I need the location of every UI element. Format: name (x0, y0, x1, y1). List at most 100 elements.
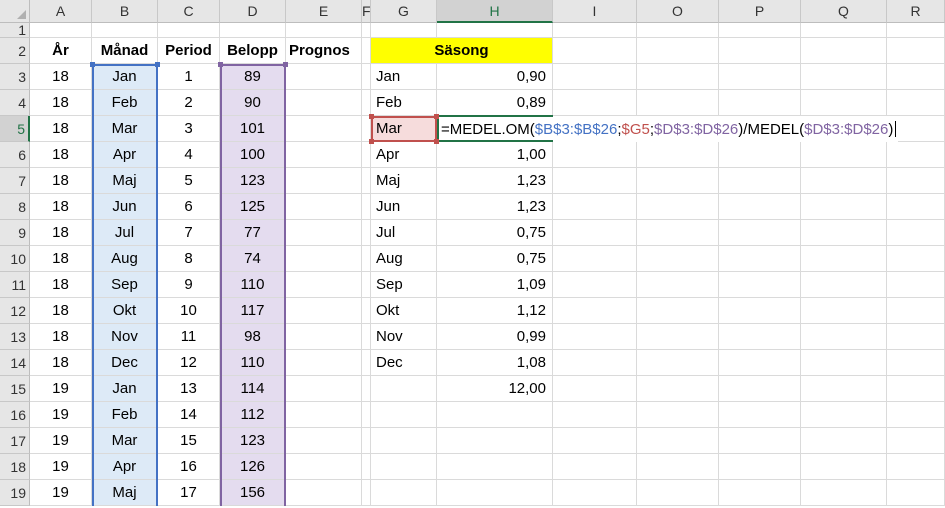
column-header-i[interactable]: I (553, 0, 637, 23)
cell-h3[interactable]: 0,90 (437, 64, 553, 90)
cell-h4[interactable]: 0,89 (437, 90, 553, 116)
cell-o18[interactable] (637, 454, 719, 480)
cell-h8[interactable]: 1,23 (437, 194, 553, 220)
cell-g3[interactable]: Jan (371, 64, 437, 90)
cell-p14[interactable] (719, 350, 801, 376)
cell-h19[interactable] (437, 480, 553, 506)
cell-a4[interactable]: 18 (30, 90, 92, 116)
cell-o13[interactable] (637, 324, 719, 350)
cell-q12[interactable] (801, 298, 887, 324)
cell-g1[interactable] (371, 23, 437, 38)
cell-h12[interactable]: 1,12 (437, 298, 553, 324)
cell-r7[interactable] (887, 168, 945, 194)
cell-e3[interactable] (286, 64, 362, 90)
cell-r18[interactable] (887, 454, 945, 480)
cell-o4[interactable] (637, 90, 719, 116)
cell-p9[interactable] (719, 220, 801, 246)
cell-h6[interactable]: 1,00 (437, 142, 553, 168)
cell-o19[interactable] (637, 480, 719, 506)
cell-o17[interactable] (637, 428, 719, 454)
cell-g7[interactable]: Maj (371, 168, 437, 194)
cell-b4[interactable]: Feb (92, 90, 158, 116)
cell-f16[interactable] (362, 402, 371, 428)
cell-c18[interactable]: 16 (158, 454, 220, 480)
cell-d10[interactable]: 74 (220, 246, 286, 272)
column-header-p[interactable]: P (719, 0, 801, 23)
cell-b15[interactable]: Jan (92, 376, 158, 402)
cell-e19[interactable] (286, 480, 362, 506)
cell-d2[interactable]: Belopp (220, 38, 286, 64)
cell-c10[interactable]: 8 (158, 246, 220, 272)
cell-q1[interactable] (801, 23, 887, 38)
row-header-7[interactable]: 7 (0, 168, 30, 194)
row-header-12[interactable]: 12 (0, 298, 30, 324)
cell-h18[interactable] (437, 454, 553, 480)
cell-p2[interactable] (719, 38, 801, 64)
cell-f15[interactable] (362, 376, 371, 402)
cell-c4[interactable]: 2 (158, 90, 220, 116)
column-header-q[interactable]: Q (801, 0, 887, 23)
cell-q10[interactable] (801, 246, 887, 272)
cell-o15[interactable] (637, 376, 719, 402)
column-header-b[interactable]: B (92, 0, 158, 23)
cell-i13[interactable] (553, 324, 637, 350)
cell-i18[interactable] (553, 454, 637, 480)
row-header-5[interactable]: 5 (0, 116, 30, 142)
cell-p7[interactable] (719, 168, 801, 194)
row-header-11[interactable]: 11 (0, 272, 30, 298)
cell-p13[interactable] (719, 324, 801, 350)
cell-a12[interactable]: 18 (30, 298, 92, 324)
cell-a7[interactable]: 18 (30, 168, 92, 194)
row-header-9[interactable]: 9 (0, 220, 30, 246)
cell-e14[interactable] (286, 350, 362, 376)
cell-g4[interactable]: Feb (371, 90, 437, 116)
cell-o8[interactable] (637, 194, 719, 220)
cell-f14[interactable] (362, 350, 371, 376)
cell-a10[interactable]: 18 (30, 246, 92, 272)
cell-p15[interactable] (719, 376, 801, 402)
cell-g9[interactable]: Jul (371, 220, 437, 246)
cell-e4[interactable] (286, 90, 362, 116)
cell-b6[interactable]: Apr (92, 142, 158, 168)
cell-o6[interactable] (637, 142, 719, 168)
cell-o7[interactable] (637, 168, 719, 194)
range-resize-handle[interactable] (283, 62, 288, 67)
cell-f8[interactable] (362, 194, 371, 220)
cell-q15[interactable] (801, 376, 887, 402)
cell-e1[interactable] (286, 23, 362, 38)
cell-q18[interactable] (801, 454, 887, 480)
cell-i11[interactable] (553, 272, 637, 298)
cell-d12[interactable]: 117 (220, 298, 286, 324)
cell-h10[interactable]: 0,75 (437, 246, 553, 272)
row-header-15[interactable]: 15 (0, 376, 30, 402)
cell-i10[interactable] (553, 246, 637, 272)
cell-d19[interactable]: 156 (220, 480, 286, 506)
cell-o3[interactable] (637, 64, 719, 90)
cell-b3[interactable]: Jan (92, 64, 158, 90)
cell-i7[interactable] (553, 168, 637, 194)
cell-e16[interactable] (286, 402, 362, 428)
cell-i9[interactable] (553, 220, 637, 246)
cell-f19[interactable] (362, 480, 371, 506)
cell-r13[interactable] (887, 324, 945, 350)
cell-i1[interactable] (553, 23, 637, 38)
column-header-a[interactable]: A (30, 0, 92, 23)
cell-g5[interactable]: Mar (371, 116, 437, 142)
cell-g14[interactable]: Dec (371, 350, 437, 376)
cell-g8[interactable]: Jun (371, 194, 437, 220)
cell-i19[interactable] (553, 480, 637, 506)
cell-q14[interactable] (801, 350, 887, 376)
cell-d7[interactable]: 123 (220, 168, 286, 194)
cell-c3[interactable]: 1 (158, 64, 220, 90)
cell-o1[interactable] (637, 23, 719, 38)
cell-b17[interactable]: Mar (92, 428, 158, 454)
cell-f1[interactable] (362, 23, 371, 38)
cell-d16[interactable]: 112 (220, 402, 286, 428)
cell-e10[interactable] (286, 246, 362, 272)
column-header-r[interactable]: R (887, 0, 945, 23)
cell-q4[interactable] (801, 90, 887, 116)
cell-d1[interactable] (220, 23, 286, 38)
cell-r1[interactable] (887, 23, 945, 38)
cell-i15[interactable] (553, 376, 637, 402)
cell-a15[interactable]: 19 (30, 376, 92, 402)
